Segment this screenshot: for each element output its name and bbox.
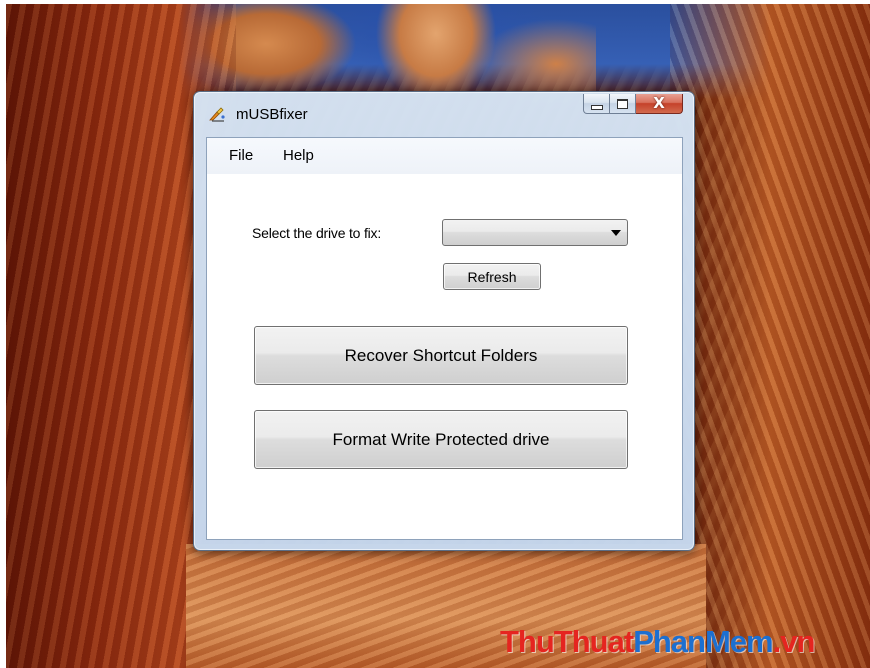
- close-button[interactable]: X: [636, 94, 683, 114]
- watermark-part3: .vn: [772, 624, 816, 659]
- client-area: File Help Select the drive to fix: Refre…: [206, 137, 683, 540]
- watermark-part1: ThuThuat: [500, 624, 634, 659]
- recover-shortcut-folders-button[interactable]: Recover Shortcut Folders: [254, 326, 628, 385]
- maximize-button[interactable]: [610, 94, 636, 114]
- caption-buttons: X: [583, 94, 683, 115]
- minimize-icon: [590, 104, 603, 110]
- watermark-part2: PhanMem: [633, 624, 773, 659]
- menu-file[interactable]: File: [227, 147, 255, 164]
- window-title: mUSBfixer: [236, 106, 308, 123]
- minimize-button[interactable]: [583, 94, 610, 114]
- drive-select-label: Select the drive to fix:: [252, 225, 382, 241]
- dropdown-arrow-icon: [611, 230, 621, 236]
- menu-help[interactable]: Help: [281, 147, 316, 164]
- menu-bar: File Help: [207, 138, 682, 174]
- maximize-icon: [617, 98, 628, 109]
- watermark: ThuThuatPhanMem.vn: [500, 624, 816, 660]
- title-bar[interactable]: mUSBfixer X: [194, 92, 694, 136]
- close-icon: X: [653, 94, 665, 112]
- app-usb-icon: [208, 107, 226, 123]
- refresh-button[interactable]: Refresh: [443, 263, 541, 290]
- format-write-protected-button[interactable]: Format Write Protected drive: [254, 410, 628, 469]
- drive-select[interactable]: [442, 219, 628, 246]
- app-window: mUSBfixer X File Help Select the drive t…: [193, 91, 695, 551]
